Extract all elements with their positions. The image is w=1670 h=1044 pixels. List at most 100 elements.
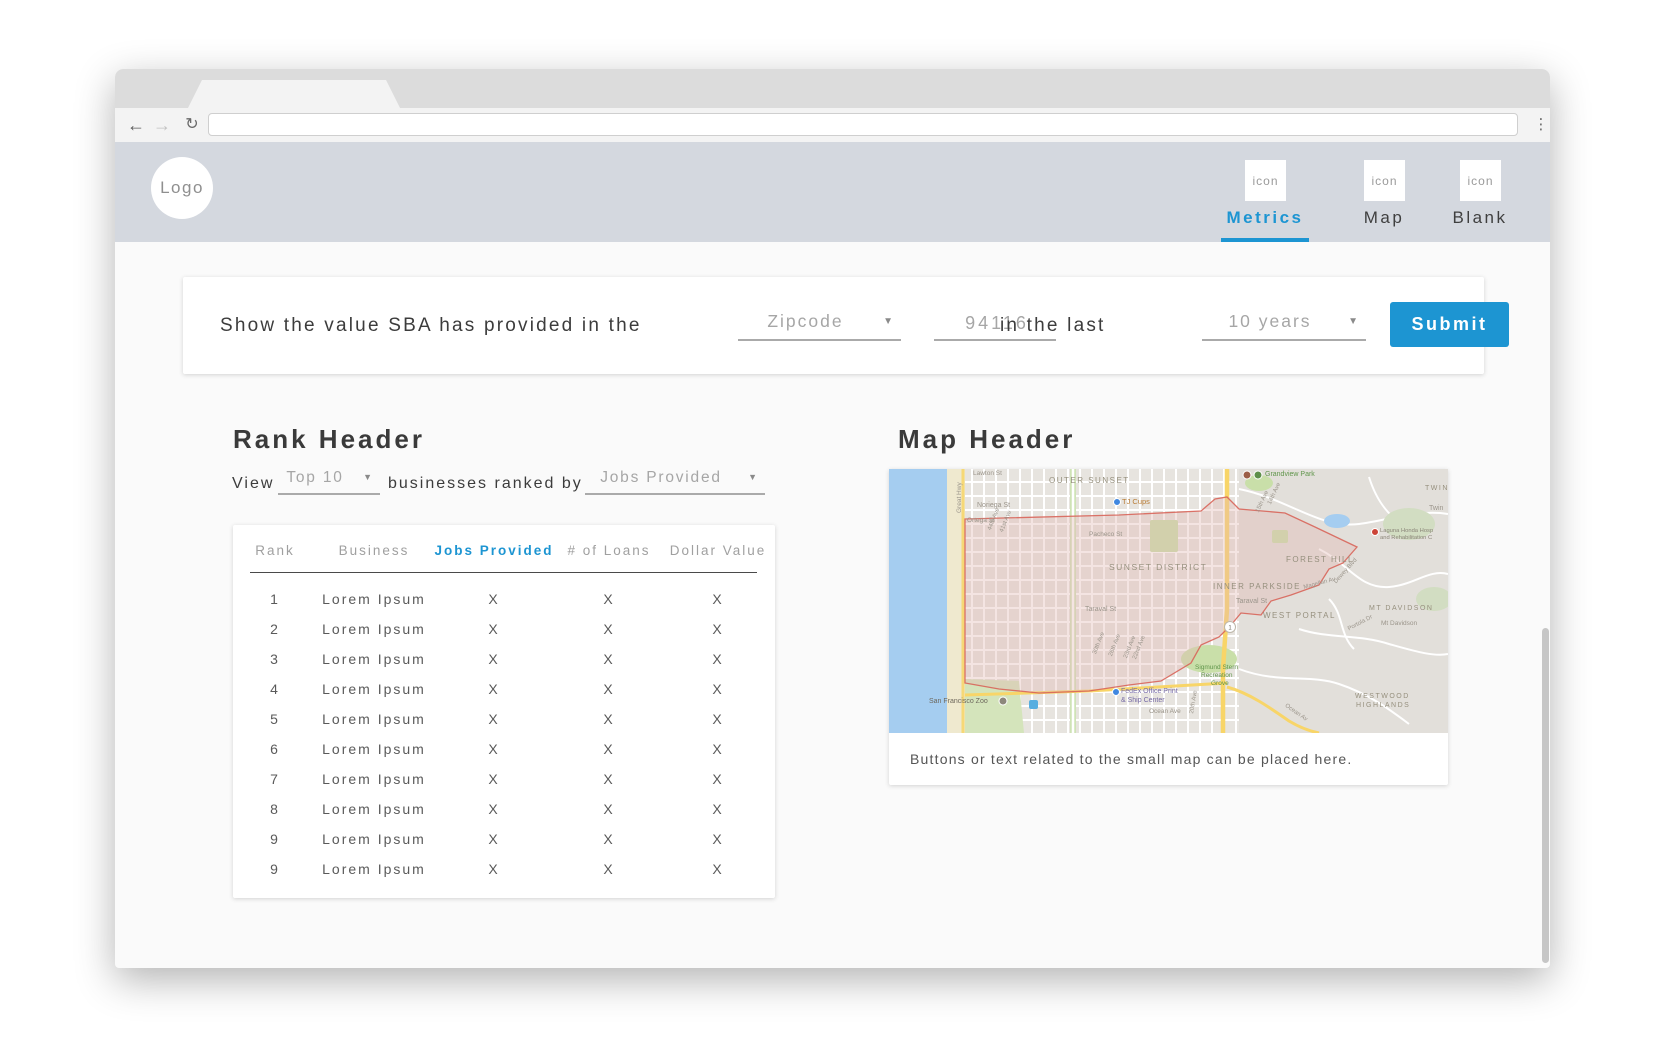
- cell-jobs: X: [431, 831, 557, 847]
- query-bar: Show the value SBA has provided in the Z…: [183, 277, 1484, 374]
- url-input[interactable]: [208, 113, 1518, 136]
- map-label: HIGHLANDS: [1356, 702, 1410, 709]
- submit-button[interactable]: Submit: [1390, 302, 1509, 347]
- app-header: Logo icon Metrics icon Map icon Blank: [115, 142, 1550, 242]
- ocean: [889, 469, 947, 733]
- col-header-dollar-value[interactable]: Dollar Value: [661, 543, 775, 558]
- cell-business: Lorem Ipsum: [317, 621, 431, 637]
- map-card: 1 Lawton StOUTER SUNSETGrandview ParkTWI…: [889, 469, 1448, 785]
- dropdown-underline: [738, 339, 901, 341]
- query-prefix-text: Show the value SBA has provided in the: [220, 315, 642, 337]
- cell-business: Lorem Ipsum: [317, 831, 431, 847]
- map-label: WESTWOOD: [1355, 693, 1410, 700]
- cell-rank: 6: [233, 741, 317, 757]
- area-type-value: Zipcode: [738, 311, 873, 332]
- cell-rank: 2: [233, 621, 317, 637]
- cell-business: Lorem Ipsum: [317, 651, 431, 667]
- cell-dollars: X: [661, 801, 775, 817]
- cell-dollars: X: [661, 861, 775, 877]
- cell-dollars: X: [661, 621, 775, 637]
- store-marker-icon: [1113, 689, 1120, 696]
- metric-value: Jobs Provided: [585, 469, 737, 487]
- browser-titlebar: [115, 69, 1550, 108]
- refresh-icon[interactable]: ↻: [179, 112, 205, 138]
- rank-section-title: Rank Header: [233, 424, 425, 455]
- nav-item-metrics[interactable]: icon Metrics: [1205, 142, 1325, 242]
- nav-label-blank: Blank: [1420, 208, 1540, 228]
- map-label: San Francisco Zoo: [929, 698, 988, 705]
- cell-dollars: X: [661, 771, 775, 787]
- browser-window: ← → ↻ ⋮ Logo icon Metrics icon Map icon …: [115, 69, 1550, 968]
- area-type-dropdown[interactable]: Zipcode ▼: [738, 307, 901, 341]
- cell-loans: X: [557, 681, 661, 697]
- cell-loans: X: [557, 831, 661, 847]
- cell-jobs: X: [431, 711, 557, 727]
- cell-business: Lorem Ipsum: [317, 681, 431, 697]
- map-label: MT DAVIDSON: [1369, 605, 1433, 612]
- map-label: TJ Cups: [1122, 498, 1150, 506]
- map-label: INNER PARKSIDE: [1213, 583, 1301, 591]
- dropdown-underline: [1202, 339, 1366, 341]
- table-row: 9Lorem IpsumXXX: [233, 824, 775, 854]
- col-header-rank: Rank: [233, 543, 317, 558]
- cell-jobs: X: [431, 741, 557, 757]
- col-header-business: Business: [317, 543, 431, 558]
- back-icon[interactable]: ←: [123, 112, 149, 138]
- zoo-marker-icon: [999, 697, 1007, 705]
- browser-tab[interactable]: [188, 80, 400, 108]
- cell-jobs: X: [431, 651, 557, 667]
- map-label: Noriega St: [977, 502, 1010, 509]
- chevron-down-icon: ▼: [1348, 316, 1358, 327]
- metric-dropdown[interactable]: Jobs Provided ▼: [585, 467, 765, 495]
- chevron-down-icon: ▼: [748, 472, 757, 482]
- cell-jobs: X: [431, 591, 557, 607]
- transit-icon: [1029, 700, 1038, 709]
- park-marker-icon: [1254, 471, 1262, 479]
- cell-jobs: X: [431, 861, 557, 877]
- view-label: View: [232, 475, 274, 493]
- map-label: Grove: [1211, 681, 1229, 688]
- active-tab-underline: [1221, 238, 1309, 242]
- cell-business: Lorem Ipsum: [317, 591, 431, 607]
- page-scrollbar[interactable]: [1542, 628, 1549, 963]
- logo: Logo: [151, 157, 213, 219]
- poi-icon: [1243, 471, 1251, 479]
- map-label: Ocean Ave: [1149, 709, 1181, 716]
- rank-table: Rank Business Jobs Provided # of Loans D…: [233, 525, 775, 898]
- col-header-loans[interactable]: # of Loans: [557, 543, 661, 558]
- count-dropdown[interactable]: Top 10 ▼: [278, 467, 380, 495]
- table-header-row: Rank Business Jobs Provided # of Loans D…: [233, 543, 775, 558]
- cell-loans: X: [557, 651, 661, 667]
- map-label: Recreation: [1201, 673, 1232, 680]
- map-label: Mt Davidson: [1381, 621, 1417, 628]
- map-label: Taraval St: [1085, 606, 1116, 613]
- table-row: 7Lorem IpsumXXX: [233, 764, 775, 794]
- time-range-dropdown[interactable]: 10 years ▼: [1202, 307, 1366, 341]
- forward-icon[interactable]: →: [149, 112, 175, 138]
- map-icon: icon: [1364, 160, 1405, 201]
- reservoir: [1324, 514, 1350, 528]
- time-range-value: 10 years: [1202, 311, 1338, 332]
- input-underline: [934, 339, 1056, 341]
- table-row: 9Lorem IpsumXXX: [233, 854, 775, 884]
- cell-rank: 1: [233, 591, 317, 607]
- col-header-jobs-provided[interactable]: Jobs Provided: [431, 543, 557, 558]
- table-body: 1Lorem IpsumXXX2Lorem IpsumXXX3Lorem Ips…: [233, 584, 775, 884]
- cell-rank: 9: [233, 861, 317, 877]
- zipcode-map[interactable]: 1 Lawton StOUTER SUNSETGrandview ParkTWI…: [889, 469, 1448, 733]
- cell-loans: X: [557, 591, 661, 607]
- map-label: WEST PORTAL: [1263, 612, 1336, 620]
- cafe-marker-icon: [1114, 499, 1121, 506]
- map-label: and Rehabilitation C: [1380, 536, 1432, 542]
- map-label: Grandview Park: [1265, 471, 1315, 478]
- vertical-dots-icon[interactable]: ⋮: [1531, 112, 1550, 138]
- cell-dollars: X: [661, 831, 775, 847]
- cell-business: Lorem Ipsum: [317, 861, 431, 877]
- cell-jobs: X: [431, 681, 557, 697]
- browser-toolbar: ← → ↻ ⋮: [115, 108, 1550, 143]
- nav-item-blank[interactable]: icon Blank: [1420, 142, 1540, 242]
- table-row: 5Lorem IpsumXXX: [233, 704, 775, 734]
- chevron-down-icon: ▼: [883, 316, 893, 327]
- cell-business: Lorem Ipsum: [317, 771, 431, 787]
- cell-rank: 5: [233, 711, 317, 727]
